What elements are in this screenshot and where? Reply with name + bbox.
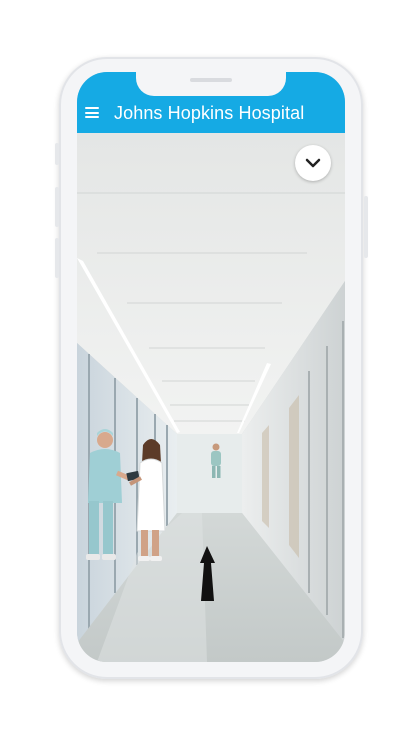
corridor-end-wall: [177, 434, 242, 513]
hospital-corridor-view[interactable]: [77, 133, 345, 662]
chevron-down-icon[interactable]: [295, 145, 331, 181]
hamburger-menu-icon[interactable]: [85, 107, 99, 118]
app-title: Johns Hopkins Hospital: [114, 103, 305, 123]
phone-speaker: [190, 78, 232, 82]
phone-volume-down-button: [55, 238, 59, 278]
phone-notch: [136, 72, 286, 96]
phone-screen: Johns Hopkins Hospital: [77, 72, 345, 662]
phone-power-button: [364, 196, 368, 258]
phone-mute-switch: [55, 143, 59, 165]
phone-volume-up-button: [55, 187, 59, 227]
